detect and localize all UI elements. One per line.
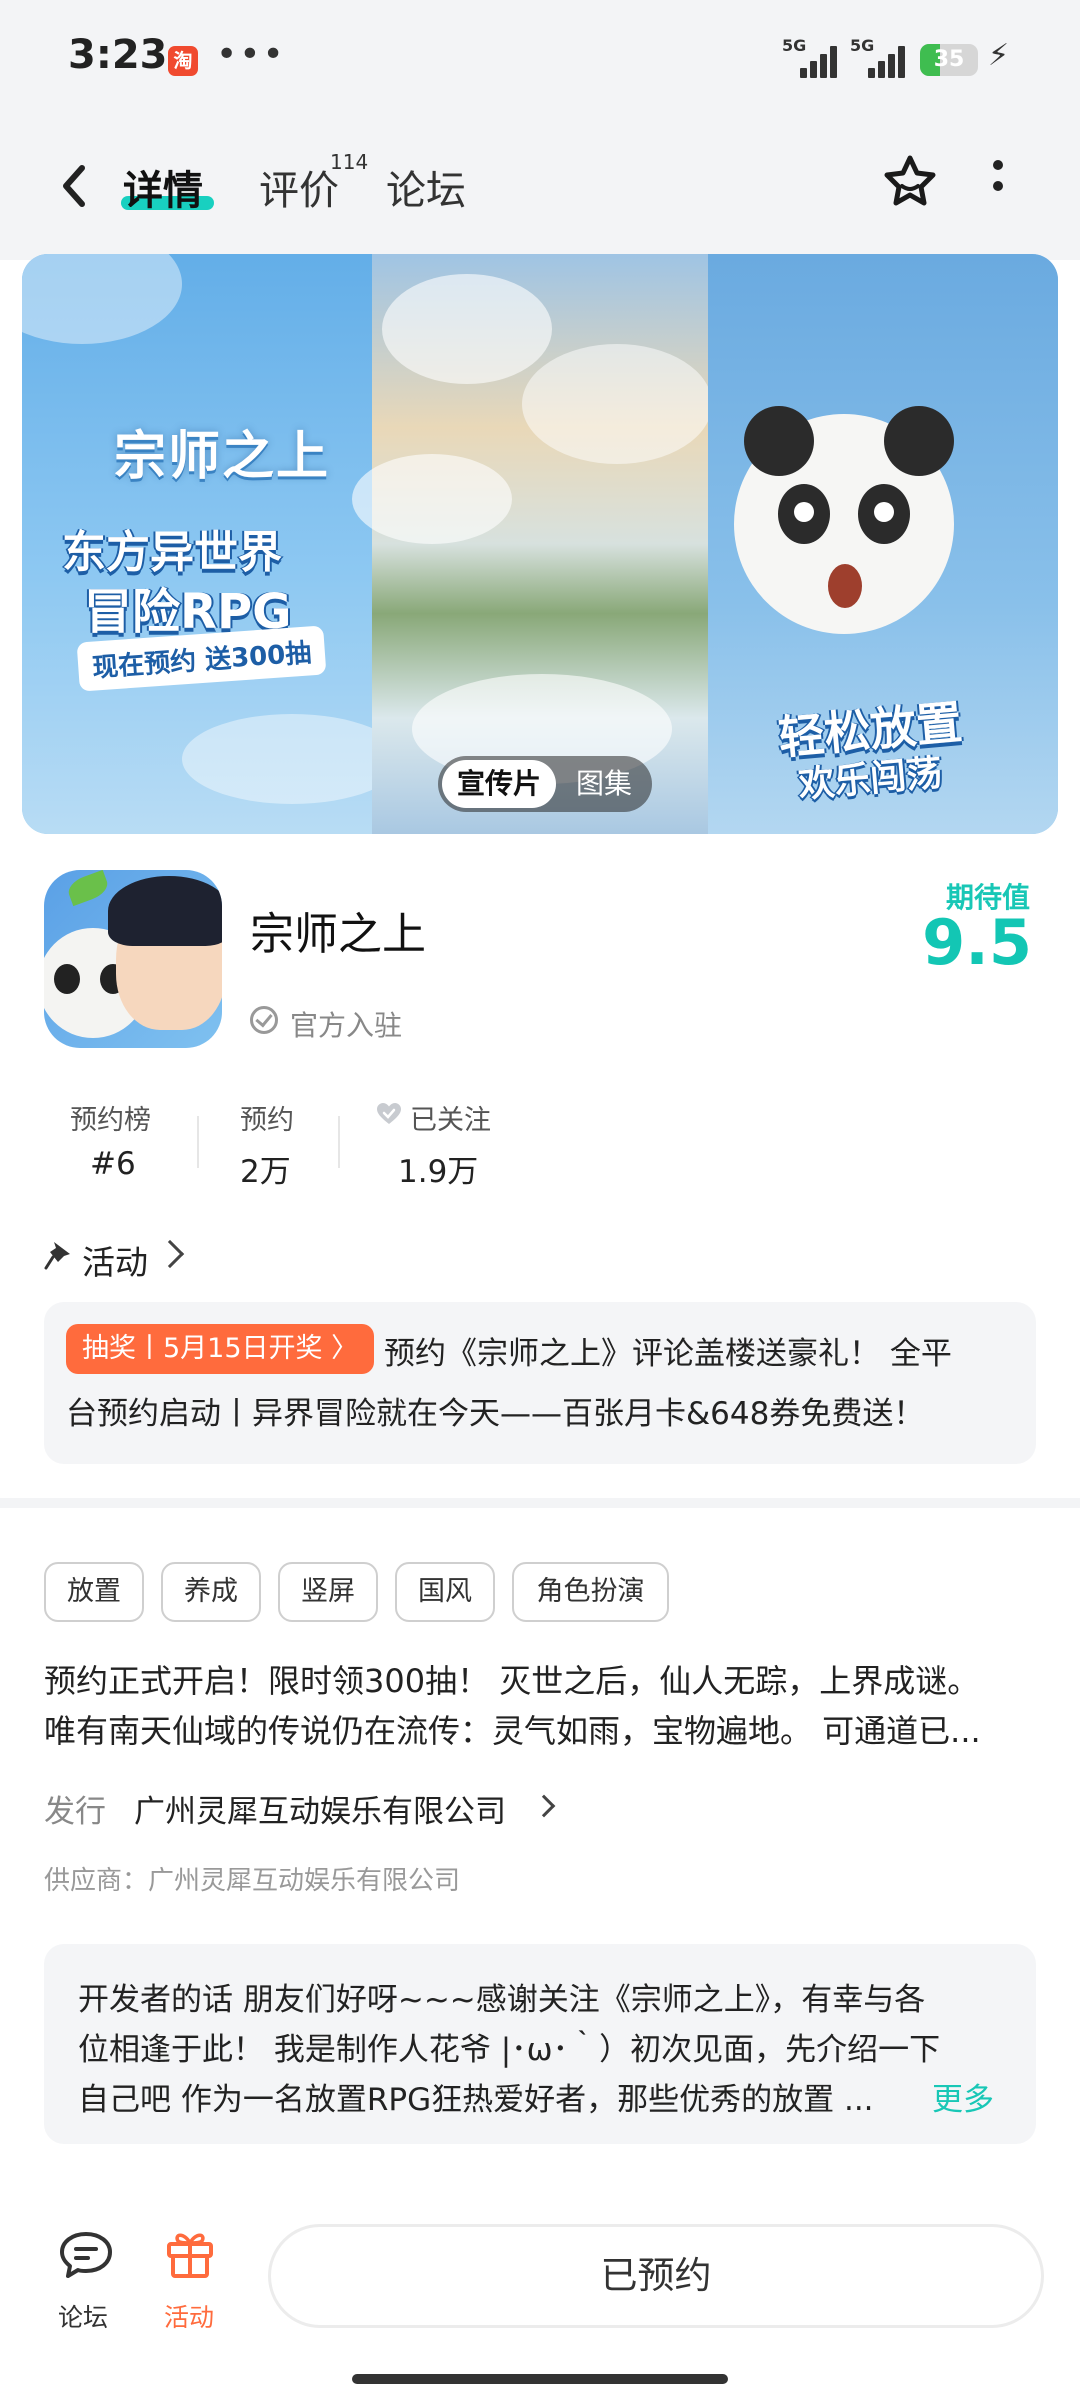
banner-headline-1: 东方异世界: [62, 527, 282, 578]
activity-text-line2: 台预约启动丨异界冒险就在今天——百张月卡&648券免费送！: [66, 1396, 925, 1432]
app-icon: [44, 870, 222, 1048]
media-tab-trailer[interactable]: 宣传片: [442, 760, 556, 808]
tag-chip[interactable]: 国风: [395, 1562, 495, 1622]
developer-note-line3: 自己吧 作为一名放置RPG狂热爱好者，那些优秀的放置 ...: [78, 2082, 874, 2118]
tab-details[interactable]: 详情: [123, 158, 203, 216]
stat-reservations-label: 预约: [240, 1105, 294, 1136]
signal-icon-2: 5G: [850, 36, 908, 78]
official-label: 官方入驻: [290, 1009, 403, 1042]
forum-chat-icon[interactable]: [58, 2230, 114, 2280]
banner-game-logo: 宗师之上: [114, 427, 331, 487]
bottom-action-bar: 论坛 活动 已预约: [0, 2200, 1080, 2400]
reviews-count-badge: 114: [330, 150, 369, 174]
heart-icon: [377, 1103, 401, 1124]
activity-card[interactable]: 抽奖丨5月15日开奖 〉 预约《宗师之上》评论盖楼送豪礼！ 全平 台预约启动丨异…: [44, 1302, 1036, 1464]
taobao-notification-icon: 淘: [168, 46, 198, 76]
expectation-score-value: 9.5: [922, 906, 1032, 979]
stat-rank-value: #6: [90, 1146, 136, 1182]
more-options-icon[interactable]: [990, 160, 1006, 208]
tag-chip[interactable]: 养成: [161, 1562, 261, 1622]
stat-followers-value: 1.9万: [398, 1154, 479, 1190]
activity-section-title[interactable]: 活动: [82, 1236, 148, 1284]
banner-panel-landscape: [352, 254, 712, 834]
stat-followers-label[interactable]: 已关注: [410, 1098, 491, 1137]
pin-icon: [44, 1242, 70, 1270]
charging-icon: ⚡: [988, 38, 1010, 73]
status-bar: 3:23 淘 ••• 5G 5G 35 ⚡: [0, 0, 1080, 120]
chevron-right-icon[interactable]: [155, 1239, 185, 1269]
stat-reservations-value: 2万: [240, 1154, 291, 1190]
activity-text-line1: 预约《宗师之上》评论盖楼送豪礼！ 全平: [384, 1336, 952, 1372]
supplier-text: 供应商：广州灵犀互动娱乐有限公司: [44, 1866, 461, 1896]
battery-icon: 35: [920, 44, 978, 76]
reserved-button[interactable]: 已预约: [268, 2224, 1044, 2328]
app-name: 宗师之上: [250, 909, 426, 960]
description-line2[interactable]: 唯有南天仙域的传说仍在流传：灵气如雨，宝物遍地。 可通道已...: [44, 1706, 981, 1752]
activity-nav-label[interactable]: 活动: [164, 2298, 214, 2334]
home-indicator[interactable]: [352, 2374, 728, 2384]
media-type-switch: 宣传片 图集: [438, 756, 652, 812]
publisher-name[interactable]: 广州灵犀互动娱乐有限公司: [134, 1786, 506, 1831]
tag-chip[interactable]: 角色扮演: [512, 1562, 669, 1622]
chevron-right-icon[interactable]: [532, 1794, 556, 1818]
tag-chip[interactable]: 放置: [44, 1562, 144, 1622]
panda-illustration: [734, 406, 954, 634]
stat-divider: [197, 1116, 199, 1168]
banner-slogan-2: 欢乐闯荡: [796, 752, 944, 807]
gift-icon[interactable]: [164, 2226, 216, 2280]
media-banner[interactable]: 宗师之上 东方异世界 冒险RPG 现在预约 送300抽 轻松放置 欢乐闯荡 宣传…: [22, 254, 1058, 834]
tab-reviews[interactable]: 评价: [259, 158, 339, 216]
section-separator: [0, 1498, 1080, 1508]
tag-chip[interactable]: 竖屏: [278, 1562, 378, 1622]
developer-note-card[interactable]: 开发者的话 朋友们好呀~~~感谢关注《宗师之上》，有幸与各 位相逢于此！ 我是制…: [44, 1944, 1036, 2144]
status-time: 3:23: [68, 32, 168, 78]
developer-note-line1: 开发者的话 朋友们好呀~~~感谢关注《宗师之上》，有幸与各: [78, 1982, 926, 2018]
description-line1[interactable]: 预约正式开启！限时领300抽！ 灭世之后，仙人无踪，上界成谜。: [44, 1656, 979, 1702]
top-nav: 详情 评价 114 论坛: [0, 120, 1080, 260]
publisher-label: 发行: [44, 1794, 106, 1830]
verified-check-icon: [250, 1006, 278, 1034]
developer-note-line2: 位相逢于此！ 我是制作人花爷 |･ω･｀）初次见面，先介绍一下: [78, 2032, 941, 2068]
more-link[interactable]: 更多: [932, 2074, 994, 2119]
banner-panel-panda: 轻松放置 欢乐闯荡: [708, 254, 1058, 834]
back-arrow-icon[interactable]: [46, 156, 106, 216]
stat-rank-label[interactable]: 预约榜: [70, 1098, 151, 1137]
more-notifications-icon: •••: [216, 34, 286, 75]
star-favorite-icon[interactable]: [880, 152, 940, 212]
banner-panel-promo: 宗师之上 东方异世界 冒险RPG 现在预约 送300抽: [22, 254, 402, 834]
lottery-badge[interactable]: 抽奖丨5月15日开奖 〉: [66, 1324, 375, 1374]
forum-nav-label[interactable]: 论坛: [58, 2298, 108, 2334]
tab-forum[interactable]: 论坛: [386, 158, 466, 216]
signal-icon-1: 5G: [782, 36, 840, 78]
stat-divider: [338, 1116, 340, 1168]
media-tab-gallery[interactable]: 图集: [562, 760, 646, 808]
